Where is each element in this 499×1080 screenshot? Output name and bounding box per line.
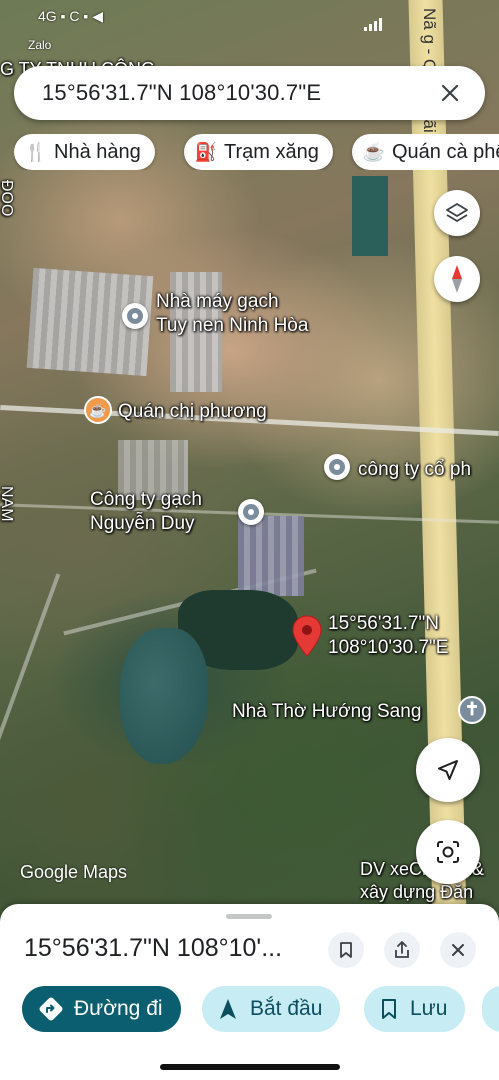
close-sheet-button[interactable] — [440, 932, 476, 968]
category-chips: 🍴 Nhà hàng ⛽ Trạm xăng ☕ Quán cà phê — [14, 134, 499, 170]
cafe-icon[interactable]: ☕ — [84, 396, 112, 424]
place-label-cafe[interactable]: Quán chị phương — [118, 400, 267, 424]
drag-handle[interactable] — [226, 914, 272, 919]
share-icon — [395, 941, 409, 958]
place-label-factory-2[interactable]: Công ty gạch Nguyễn Duy — [90, 488, 202, 536]
more-actions-button[interactable] — [482, 986, 499, 1032]
location-arrow-icon — [438, 760, 458, 780]
start-button[interactable]: Bắt đầu — [202, 986, 341, 1032]
chip-restaurants[interactable]: 🍴 Nhà hàng — [14, 134, 155, 170]
layers-button[interactable] — [434, 190, 480, 236]
share-button[interactable] — [384, 932, 420, 968]
google-maps-watermark: Google Maps — [20, 862, 128, 882]
save-label: Lưu — [410, 997, 448, 1020]
compass-button[interactable] — [434, 256, 480, 302]
search-query-text[interactable]: 15°56'31.7"N 108°10'30.7"E — [42, 80, 321, 106]
place-bottom-sheet[interactable]: 15°56'31.7"N 108°10'... Đường đi Bắt đầu… — [0, 904, 499, 1080]
gas-station-icon: ⛽ — [194, 141, 218, 162]
left-edge-label: NAM — [0, 486, 15, 522]
chip-label: Nhà hàng — [54, 140, 141, 163]
save-bookmark-button[interactable] — [328, 932, 364, 968]
save-button[interactable]: Lưu — [364, 986, 466, 1032]
start-label: Bắt đầu — [250, 997, 323, 1020]
compass-icon — [452, 265, 462, 293]
chip-label: Trạm xăng — [224, 140, 319, 163]
pin-coordinates-label: 15°56'31.7"N 108°10'30.7"E — [328, 613, 449, 658]
chip-gas-stations[interactable]: ⛽ Trạm xăng — [184, 134, 333, 170]
directions-label: Đường đi — [74, 997, 163, 1020]
place-label-church[interactable]: Nhà Thờ Hướng Sang — [232, 700, 421, 724]
coffee-icon: ☕ — [362, 141, 386, 162]
place-marker-icon[interactable] — [122, 303, 148, 329]
bookmark-icon — [382, 999, 396, 1019]
lake — [120, 628, 208, 764]
signal-icon — [364, 18, 382, 31]
road-segment — [0, 573, 61, 763]
church-icon[interactable]: ✝ — [458, 696, 486, 724]
dropped-pin-icon[interactable] — [290, 614, 324, 658]
layers-icon — [446, 203, 468, 222]
zalo-indicator: Zalo — [28, 38, 52, 52]
restaurant-icon: 🍴 — [24, 141, 48, 162]
place-label-factory[interactable]: Nhà máy gạch Tuy nen Ninh Hòa — [156, 290, 308, 338]
search-bar[interactable]: 15°56'31.7"N 108°10'30.7"E — [14, 66, 485, 120]
factory-roof — [238, 516, 304, 596]
place-label-company[interactable]: công ty cổ ph — [358, 458, 471, 482]
place-marker-icon[interactable] — [324, 454, 350, 480]
my-location-button[interactable] — [416, 738, 480, 802]
status-bar: 4G ▪ C ▪ ◀ Zalo — [0, 0, 499, 52]
left-edge-label: ĐOO — [0, 180, 15, 217]
close-icon — [441, 84, 459, 102]
navigation-arrow-icon — [220, 999, 236, 1019]
action-buttons-row: Đường đi Bắt đầu Lưu — [22, 986, 499, 1034]
close-icon — [452, 944, 464, 956]
lens-search-button[interactable] — [416, 820, 480, 884]
pond — [352, 176, 388, 256]
bookmark-icon — [340, 942, 352, 958]
place-title: 15°56'31.7"N 108°10'... — [24, 934, 283, 962]
chip-label: Quán cà phê — [392, 140, 499, 163]
clear-search-button[interactable] — [431, 74, 469, 112]
chip-coffee[interactable]: ☕ Quán cà phê — [352, 134, 499, 170]
directions-button[interactable]: Đường đi — [22, 986, 181, 1032]
camera-lens-icon — [437, 841, 459, 863]
home-indicator — [160, 1064, 340, 1070]
place-marker-icon[interactable] — [238, 499, 264, 525]
directions-icon — [39, 997, 63, 1021]
status-left-icons: 4G ▪ C ▪ ◀ — [38, 8, 104, 24]
